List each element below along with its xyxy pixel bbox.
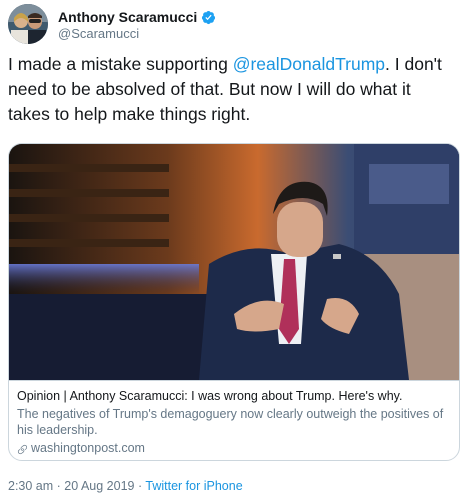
- tweet-header: Anthony Scaramucci @Scaramucci: [8, 4, 456, 44]
- card-description: The negatives of Trump's demagoguery now…: [17, 407, 444, 437]
- card-title[interactable]: Opinion | Anthony Scaramucci: I was wron…: [17, 388, 453, 404]
- tweet-time[interactable]: 2:30 am: [8, 479, 53, 493]
- card-domain: washingtonpost.com: [17, 440, 453, 456]
- card-photo: [9, 144, 459, 380]
- tweet-source[interactable]: Twitter for iPhone: [145, 479, 242, 493]
- card-image: [9, 144, 459, 380]
- avatar[interactable]: [8, 4, 48, 44]
- card-domain-text[interactable]: washingtonpost.com: [31, 440, 145, 456]
- name-row: Anthony Scaramucci: [58, 9, 216, 25]
- author-name[interactable]: Anthony Scaramucci: [58, 9, 197, 25]
- tweet-text: I made a mistake supporting @realDonaldT…: [8, 52, 456, 127]
- link-preview-card[interactable]: Opinion | Anthony Scaramucci: I was wron…: [8, 143, 460, 461]
- mention-link[interactable]: @realDonaldTrump: [233, 54, 385, 74]
- author-handle[interactable]: @Scaramucci: [58, 26, 139, 41]
- link-icon: [17, 443, 28, 454]
- meta-separator: ·: [134, 479, 146, 493]
- verified-badge-icon: [201, 10, 216, 25]
- tweet-text-before: I made a mistake supporting: [8, 54, 233, 74]
- avatar-photo: [8, 4, 48, 44]
- tweet-date[interactable]: 20 Aug 2019: [64, 479, 134, 493]
- tweet-meta: 2:30 am · 20 Aug 2019 · Twitter for iPho…: [8, 479, 243, 493]
- meta-separator: ·: [53, 479, 65, 493]
- card-info: Opinion | Anthony Scaramucci: I was wron…: [9, 380, 459, 460]
